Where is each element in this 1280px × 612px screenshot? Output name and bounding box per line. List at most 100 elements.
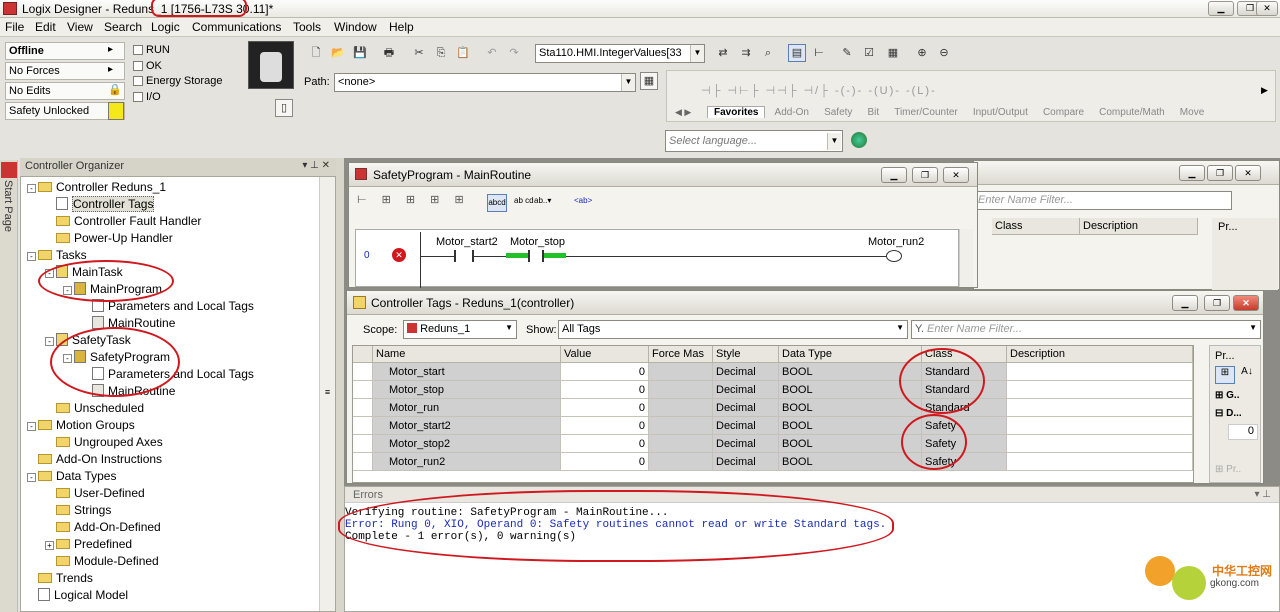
table-cell[interactable]	[649, 363, 713, 381]
collapse-icon[interactable]: -	[27, 184, 36, 193]
language-dropdown-icon[interactable]: ▼	[827, 133, 841, 150]
collapse-icon[interactable]: -	[45, 337, 54, 346]
table-cell[interactable]: Motor_start2	[373, 417, 561, 435]
props-general[interactable]: ⊞ G..	[1215, 390, 1240, 401]
close-icon[interactable]: ✕	[1256, 1, 1278, 16]
tree-item[interactable]: - Tasks	[27, 247, 335, 264]
find-next-icon[interactable]: ⇉	[737, 44, 755, 62]
palette-right-icon[interactable]: ▶	[1261, 85, 1268, 96]
chevron-down-icon[interactable]: ▼	[690, 45, 704, 62]
table-cell[interactable]: Motor_stop	[373, 381, 561, 399]
ote-coil[interactable]	[886, 250, 902, 262]
table-cell[interactable]: 0	[561, 417, 649, 435]
routine-scrollbar[interactable]	[959, 229, 973, 287]
table-cell[interactable]	[649, 417, 713, 435]
table-cell[interactable]: 0	[561, 399, 649, 417]
filter-dropdown-icon[interactable]: ▼	[1249, 323, 1257, 332]
menu-help[interactable]: Help	[389, 20, 414, 34]
props-value[interactable]: 0	[1228, 424, 1258, 440]
table-cell[interactable]: Decimal	[713, 363, 779, 381]
table-cell[interactable]: Decimal	[713, 417, 779, 435]
table-cell[interactable]: Decimal	[713, 381, 779, 399]
ab-tag-icon[interactable]: <ab>	[574, 196, 592, 205]
routine-toolbar[interactable]: ⊢ ⊞ ⊞ ⊞ ⊞	[357, 193, 470, 206]
menu-file[interactable]: File	[5, 20, 24, 34]
grid-icon[interactable]: ▦	[884, 44, 902, 62]
tree-item[interactable]: Module-Defined	[27, 553, 335, 570]
browse-path-icon[interactable]: ▦	[640, 72, 658, 90]
row-selector[interactable]	[353, 381, 373, 399]
restore-icon[interactable]: ❐	[912, 167, 938, 183]
column-header[interactable]: Force Mas	[649, 346, 713, 363]
coil-tag[interactable]: Motor_run2	[868, 236, 924, 248]
cross-reference-icon[interactable]: ⌕	[759, 44, 777, 62]
table-cell[interactable]: 0	[561, 435, 649, 453]
tree-item[interactable]: Parameters and Local Tags	[27, 298, 335, 315]
minimize-icon[interactable]: ▁	[1172, 295, 1198, 311]
zoom-out-icon[interactable]: ⊖	[935, 44, 953, 62]
table-cell[interactable]	[649, 453, 713, 471]
table-cell[interactable]: BOOL	[779, 399, 922, 417]
ladder-editor[interactable]: 0 ✕ Motor_start2 Motor_stop Motor_run2	[355, 229, 959, 288]
row-selector[interactable]	[353, 417, 373, 435]
minimize-icon[interactable]: ▁	[1179, 165, 1205, 181]
start-page-tab[interactable]: Start Page	[2, 180, 14, 232]
tab-timer-counter[interactable]: Timer/Counter	[888, 107, 964, 118]
abcd-icon[interactable]: abcd	[487, 194, 507, 212]
tree-item[interactable]: Strings	[27, 502, 335, 519]
scope-combo[interactable]: Reduns_1 ▼	[403, 320, 517, 339]
tree-item[interactable]: Ungrouped Axes	[27, 434, 335, 451]
minimize-icon[interactable]: ▁	[1208, 1, 1234, 16]
organizer-close-icon[interactable]: ▾ ⊥ ✕	[302, 160, 330, 171]
tab-move[interactable]: Move	[1174, 107, 1210, 118]
globe-icon[interactable]	[851, 132, 867, 148]
copy-icon[interactable]: ⎘	[432, 44, 450, 62]
table-cell[interactable]: BOOL	[779, 453, 922, 471]
tree-item[interactable]: MainRoutine	[27, 315, 335, 332]
column-header[interactable]: Description	[1007, 346, 1193, 363]
collapse-icon[interactable]: -	[27, 252, 36, 261]
path-dropdown-icon[interactable]: ▼	[621, 74, 635, 91]
menu-tools[interactable]: Tools	[293, 20, 321, 34]
find-icon[interactable]: ⇄	[714, 44, 732, 62]
errors-close-icon[interactable]: ▾ ⊥	[1254, 489, 1271, 500]
props-data[interactable]: ⊟ D...	[1215, 408, 1242, 419]
tree-item[interactable]: Add-On Instructions	[27, 451, 335, 468]
ab-icon[interactable]: ab..▾	[534, 196, 551, 205]
tree-item[interactable]: Controller Tags	[27, 196, 335, 213]
tag-search-combo[interactable]: Sta110.HMI.IntegerValues[33	[535, 44, 705, 63]
undo-icon[interactable]: ↶	[483, 44, 501, 62]
menu-edit[interactable]: Edit	[35, 20, 56, 34]
minimize-icon[interactable]: ▁	[881, 167, 907, 183]
tree-item[interactable]: + Predefined	[27, 536, 335, 553]
contact-1-tag[interactable]: Motor_start2	[436, 236, 498, 248]
menu-search[interactable]: Search	[104, 20, 142, 34]
table-cell[interactable]: 0	[561, 453, 649, 471]
forces-status[interactable]: No Forces	[5, 62, 125, 80]
table-cell[interactable]: BOOL	[779, 417, 922, 435]
cut-icon[interactable]: ✂	[410, 44, 428, 62]
save-icon[interactable]: 💾	[351, 44, 369, 62]
table-cell[interactable]	[1007, 435, 1193, 453]
categorized-icon[interactable]: ⊞	[1215, 366, 1235, 384]
filter-field[interactable]: Enter Name Filter...	[974, 191, 1232, 210]
palette-instructions[interactable]: ⊣├ ⊣⊢├ ⊣⊣├ ⊣/├ -(-)- -(U)- -(L)-	[701, 84, 937, 97]
tab-bit[interactable]: Bit	[861, 107, 885, 118]
table-cell[interactable]	[1007, 363, 1193, 381]
table-cell[interactable]: Decimal	[713, 435, 779, 453]
contact-2-tag[interactable]: Motor_stop	[510, 236, 565, 248]
tab-compare[interactable]: Compare	[1037, 107, 1090, 118]
collapse-icon[interactable]: -	[27, 422, 36, 431]
table-cell[interactable]	[1007, 399, 1193, 417]
row-selector[interactable]	[353, 435, 373, 453]
props-more[interactable]: ⊞ Pr..	[1215, 464, 1241, 475]
forces-dropdown-icon[interactable]: ▸	[108, 64, 113, 75]
description-header[interactable]: Description	[1080, 218, 1198, 235]
organizer-toggle-icon[interactable]: ▤	[788, 44, 806, 62]
class-header[interactable]: Class	[992, 218, 1080, 235]
table-cell[interactable]: Motor_stop2	[373, 435, 561, 453]
new-icon[interactable]: 🗋	[307, 44, 325, 62]
collapse-icon[interactable]: -	[27, 473, 36, 482]
tree-item[interactable]: User-Defined	[27, 485, 335, 502]
xio-contact-1[interactable]	[454, 250, 474, 262]
